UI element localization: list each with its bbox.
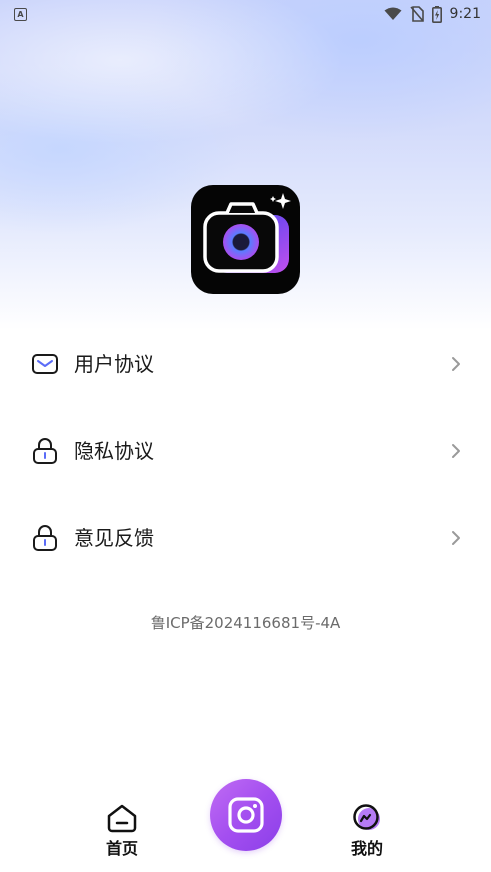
home-icon <box>107 804 137 833</box>
menu-item-label: 隐私协议 <box>74 439 154 463</box>
camera-button[interactable] <box>210 779 282 851</box>
wifi-icon <box>384 7 402 20</box>
battery-charging-icon <box>431 5 442 23</box>
menu-item-user-agreement[interactable]: 用户协议 <box>0 334 491 394</box>
icp-license-text[interactable]: 鲁ICP备2024116681号-4A <box>0 612 491 633</box>
lock-icon <box>33 525 57 551</box>
tab-mine[interactable]: 我的 <box>351 803 383 859</box>
chevron-right-icon <box>452 531 460 545</box>
camera-app-logo-icon <box>191 185 300 294</box>
no-sim-icon <box>409 6 424 22</box>
status-bar: A 9:21 <box>0 0 491 28</box>
lock-icon <box>33 438 57 464</box>
status-time: 9:21 <box>449 6 481 22</box>
bottom-tab-bar: 首页 我的 <box>0 770 491 872</box>
menu-item-label: 用户协议 <box>74 352 154 376</box>
menu-item-feedback[interactable]: 意见反馈 <box>0 508 491 568</box>
tab-label: 首页 <box>106 839 139 858</box>
menu-item-label: 意见反馈 <box>74 526 154 550</box>
menu-item-privacy-policy[interactable]: 隐私协议 <box>0 421 491 481</box>
chevron-right-icon <box>452 444 460 458</box>
chevron-right-icon <box>452 357 460 371</box>
envelope-icon <box>32 354 58 374</box>
camera-icon <box>228 797 264 833</box>
tab-home[interactable]: 首页 <box>106 803 138 859</box>
profile-icon <box>353 804 380 830</box>
notification-a-icon: A <box>14 7 27 21</box>
tab-label: 我的 <box>351 839 384 858</box>
